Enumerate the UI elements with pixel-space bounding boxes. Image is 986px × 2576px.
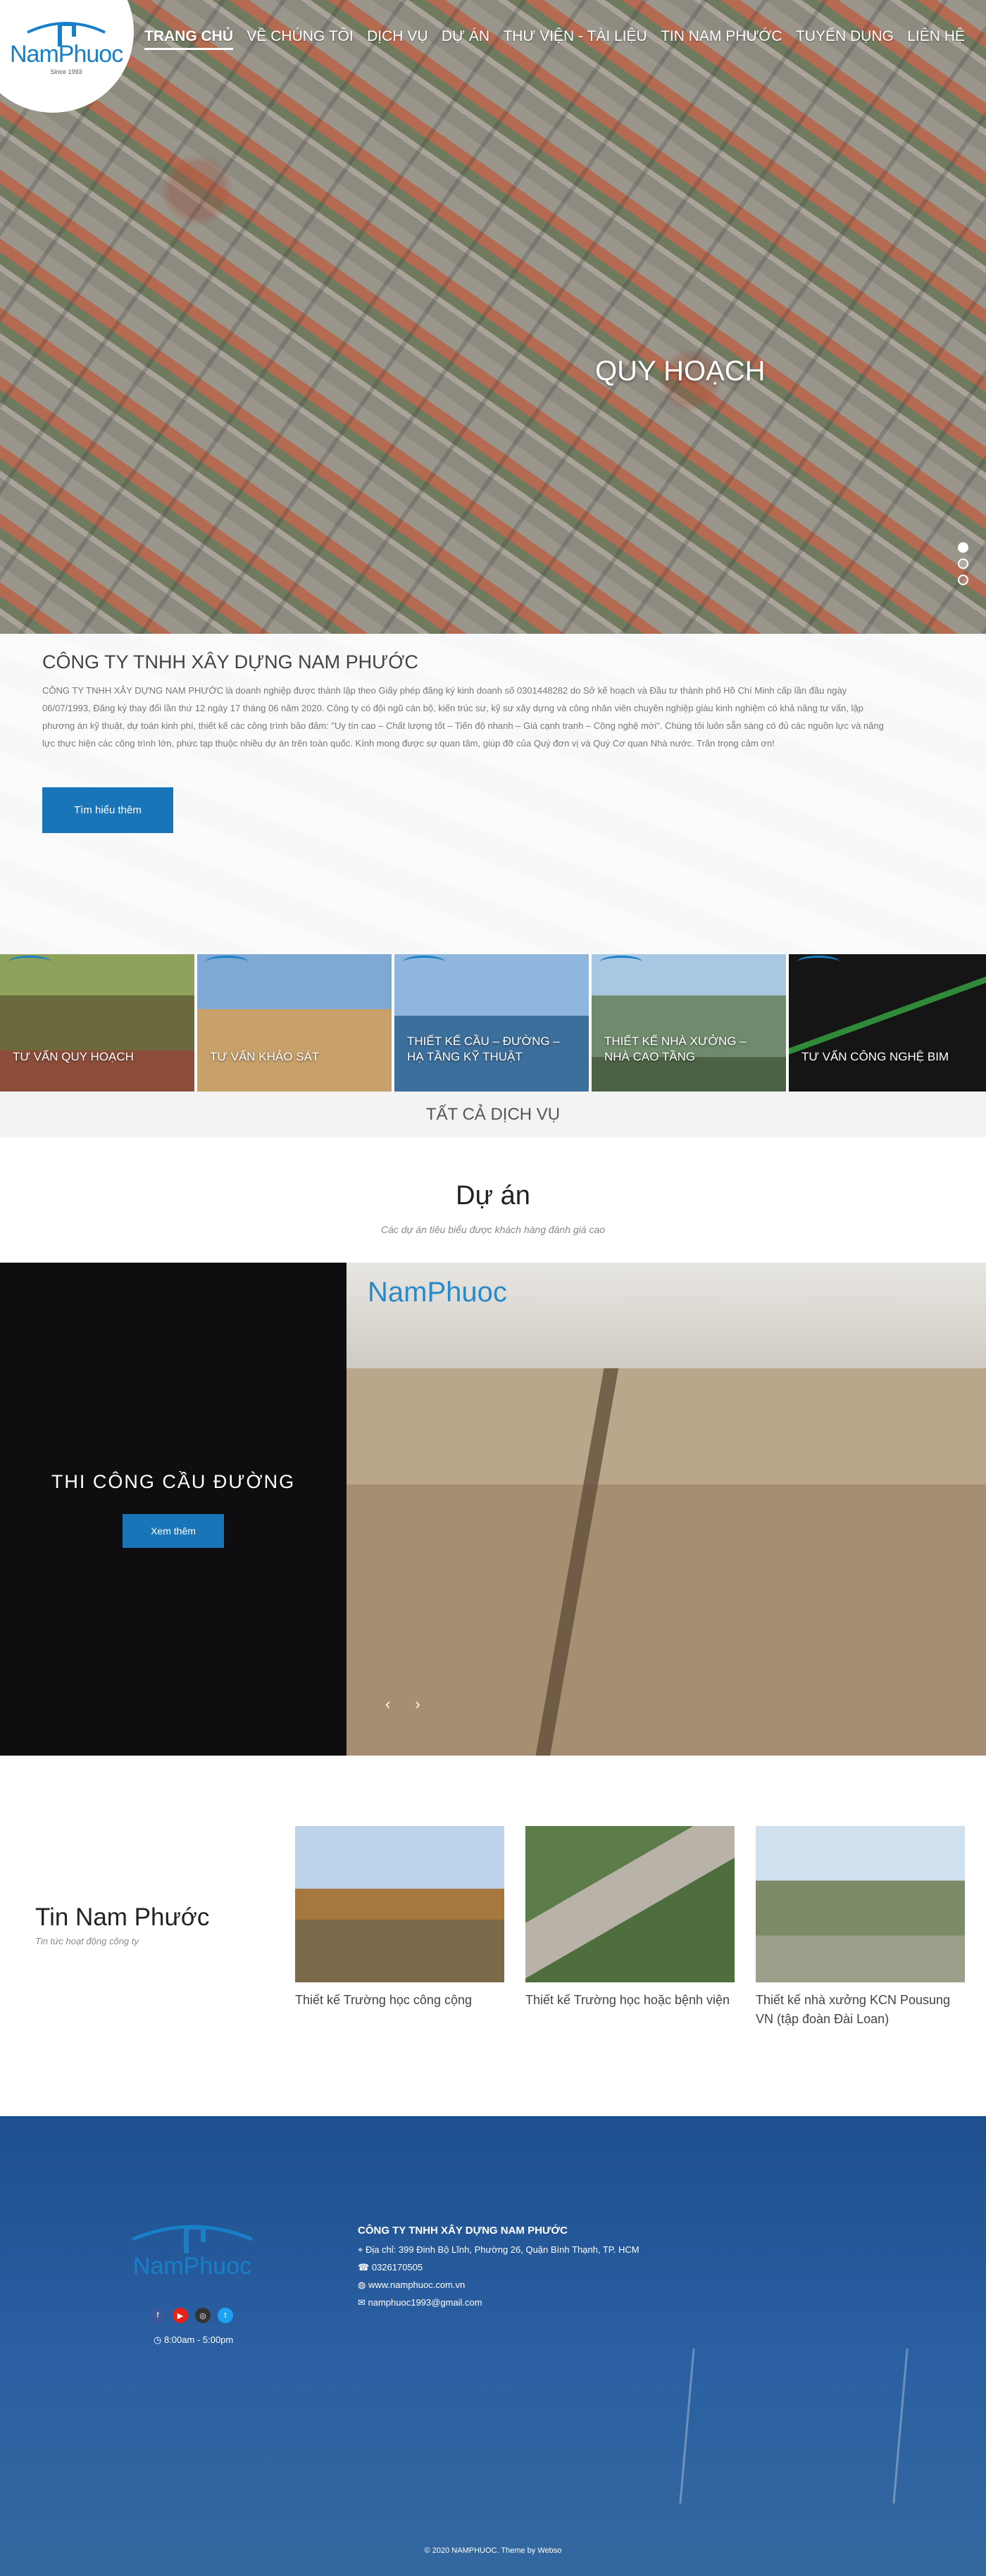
news-title: Tin Nam Phước (35, 1903, 210, 1931)
logo-text: NamPhuoc (10, 41, 123, 68)
nav-contact[interactable]: Liên hệ (907, 28, 965, 50)
service-label: TƯ VẤN QUY HOẠCH (13, 1050, 134, 1063)
service-image (197, 954, 392, 1092)
logo-since: Since 1993 (50, 68, 82, 75)
clock-icon: ◷ (154, 2334, 164, 2345)
about-body: CÔNG TY TNHH XÂY DỰNG NAM PHƯỚC là doanh… (42, 685, 884, 749)
youtube-icon[interactable]: ▶ (173, 2308, 188, 2323)
mini-logo-icon (8, 956, 51, 968)
nav-library[interactable]: Thư viện - Tài liệu (503, 28, 647, 50)
slider-dots (958, 542, 968, 585)
news-item[interactable]: Thiết kế Trường học công cộng (295, 1826, 504, 2116)
about-section: CÔNG TY TNHH XÂY DỰNG NAM PHƯỚC CÔNG TY … (0, 634, 986, 954)
service-label: THIẾT KẾ CẦU – ĐƯỜNG – HẠ TẦNG KỸ THUẬT (407, 1034, 560, 1063)
about-title: CÔNG TY TNHH XÂY DỰNG NAM PHƯỚC (42, 651, 418, 673)
location-pin-icon: ⌖ (358, 2244, 366, 2255)
nav-about[interactable]: Về chúng tôi (246, 28, 353, 50)
service-label: TƯ VẤN CÔNG NGHỆ BIM (801, 1050, 949, 1063)
news-caption[interactable]: Thiết kế Trường học công cộng (295, 1991, 504, 2010)
business-hours: ◷ 8:00am - 5:00pm (154, 2334, 234, 2345)
footer-logo-mark-icon (132, 2225, 253, 2253)
email-icon: ✉ (358, 2297, 368, 2308)
news-subtitle: Tin tức hoạt động công ty (35, 1936, 139, 1946)
news-item[interactable]: Thiết kế Trường học hoặc bệnh viện (525, 1826, 735, 2116)
service-image (394, 954, 589, 1092)
slider-dot-2[interactable] (958, 558, 968, 569)
main-nav: Trang chủ Về chúng tôi Dịch vụ Dự án Thư… (144, 28, 965, 50)
prev-arrow-icon[interactable]: ‹ (385, 1695, 390, 1713)
facebook-icon[interactable]: f (150, 2308, 166, 2323)
footer-contact: CÔNG TY TNHH XÂY DỰNG NAM PHƯỚC ⌖ Địa ch… (358, 2222, 639, 2311)
news-image (295, 1826, 504, 1982)
slider-dot-1[interactable] (958, 542, 968, 553)
site-logo[interactable]: NamPhuoc Since 1993 (10, 17, 123, 75)
globe-icon: ◍ (358, 2280, 368, 2290)
service-image (789, 954, 986, 1092)
service-card-planning[interactable]: TƯ VẤN QUY HOẠCH (0, 954, 197, 1092)
phone-icon: ☎ (358, 2262, 372, 2272)
learn-more-button[interactable]: Tìm hiểu thêm (42, 787, 173, 833)
project-brand-watermark: NamPhuoc (368, 1277, 507, 1308)
news-image (756, 1826, 965, 1982)
site-footer: NamPhuoc f ▶ ◎ t ◷ 8:00am - 5:00pm CÔNG … (0, 2116, 986, 2576)
nav-projects[interactable]: Dự án (442, 28, 489, 50)
news-item[interactable]: Thiết kế nhà xưởng KCN Pousung VN (tập đ… (756, 1826, 965, 2116)
mini-logo-icon (600, 956, 642, 968)
project-image: NamPhuoc ‹ › (347, 1263, 986, 1756)
project-info: THI CÔNG CẦU ĐƯỜNG Xem thêm (0, 1263, 347, 1756)
news-section: Tin Nam Phước Tin tức hoạt động công ty … (0, 1756, 986, 2116)
footer-email[interactable]: ✉ namphuoc1993@gmail.com (358, 2294, 639, 2311)
service-card-bridge-road[interactable]: THIẾT KẾ CẦU – ĐƯỜNG – HẠ TẦNG KỸ THUẬT (394, 954, 592, 1092)
nav-services[interactable]: Dịch vụ (367, 28, 428, 50)
footer-phone[interactable]: ☎ 0326170505 (358, 2258, 639, 2276)
slider-arrows: ‹ › (385, 1695, 420, 1713)
footer-logo[interactable]: NamPhuoc (125, 2218, 259, 2280)
nav-careers[interactable]: Tuyển dụng (796, 28, 894, 50)
twitter-icon[interactable]: t (218, 2308, 233, 2323)
hero-caption: QUY HOẠCH (595, 356, 766, 387)
all-services-link[interactable]: TẤT CẢ DỊCH VỤ (0, 1092, 986, 1137)
news-image (525, 1826, 735, 1982)
slider-dot-3[interactable] (958, 575, 968, 585)
projects-subtitle: Các dự án tiêu biểu được khách hàng đánh… (380, 1224, 606, 1235)
copyright: © 2020 NAMPHUOC. Theme by Webso (424, 2546, 562, 2555)
social-links: f ▶ ◎ t (150, 2308, 233, 2323)
service-label: TƯ VẤN KHẢO SÁT (210, 1050, 320, 1063)
next-arrow-icon[interactable]: › (415, 1695, 420, 1713)
nav-news[interactable]: Tin Nam Phước (661, 28, 782, 50)
mini-logo-icon (403, 956, 445, 968)
service-card-survey[interactable]: TƯ VẤN KHẢO SÁT (197, 954, 394, 1092)
service-label: THIẾT KẾ NHÀ XƯỞNG – NHÀ CAO TẦNG (604, 1034, 747, 1063)
instagram-icon[interactable]: ◎ (195, 2308, 211, 2323)
footer-company: CÔNG TY TNHH XÂY DỰNG NAM PHƯỚC (358, 2225, 568, 2237)
project-title: THI CÔNG CẦU ĐƯỜNG (51, 1470, 296, 1492)
service-card-factory[interactable]: THIẾT KẾ NHÀ XƯỞNG – NHÀ CAO TẦNG (592, 954, 789, 1092)
project-slider: THI CÔNG CẦU ĐƯỜNG Xem thêm NamPhuoc ‹ › (0, 1263, 986, 1756)
mini-logo-icon (206, 956, 248, 968)
service-image (592, 954, 786, 1092)
mini-logo-icon (797, 956, 840, 968)
news-caption[interactable]: Thiết kế nhà xưởng KCN Pousung VN (tập đ… (756, 1991, 965, 2029)
projects-title: Dự án (456, 1181, 530, 1211)
hero-slider: NamPhuoc Since 1993 Trang chủ Về chúng t… (0, 0, 986, 634)
nav-home[interactable]: Trang chủ (144, 28, 233, 50)
service-image (0, 954, 194, 1092)
news-caption[interactable]: Thiết kế Trường học hoặc bệnh viện (525, 1991, 735, 2010)
footer-address: ⌖ Địa chỉ: 399 Đinh Bộ Lĩnh, Phường 26, … (358, 2244, 639, 2255)
service-card-bim[interactable]: TƯ VẤN CÔNG NGHỆ BIM (789, 954, 986, 1092)
view-more-button[interactable]: Xem thêm (123, 1513, 224, 1548)
projects-section: Dự án Các dự án tiêu biểu được khách hàn… (0, 1137, 986, 1756)
footer-website[interactable]: ◍ www.namphuoc.com.vn (358, 2276, 639, 2294)
services-strip: TƯ VẤN QUY HOẠCH TƯ VẤN KHẢO SÁT THIẾT K… (0, 954, 986, 1092)
footer-logo-text: NamPhuoc (132, 2253, 252, 2280)
